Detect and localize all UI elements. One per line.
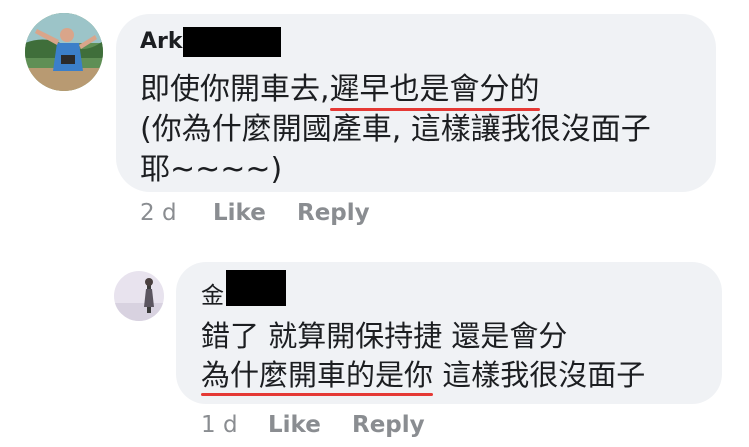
comment-text-line: 即使你開車去,遲早也是會分的	[140, 64, 540, 108]
comment-text-line: 耶~~~~)	[140, 152, 283, 187]
comment-meta: 2 d Like Reply	[140, 200, 370, 226]
comment-time: 2 d	[140, 200, 177, 226]
reply-button[interactable]: Reply	[297, 200, 370, 226]
comment-text-line: 為什麼開車的是你 這樣我很沒面子	[201, 352, 645, 394]
like-button[interactable]: Like	[213, 200, 266, 226]
underlined-text: 遲早也是會分的	[329, 72, 540, 107]
comment-text: 這樣我很沒面子	[433, 358, 646, 392]
comment-time: 1 d	[201, 412, 238, 438]
avatar[interactable]	[25, 13, 103, 91]
comment-text-line: (你為什麼開國產車, 這樣讓我很沒面子	[140, 112, 651, 147]
redacted-name	[183, 27, 281, 57]
like-button[interactable]: Like	[268, 412, 321, 438]
user-photo-icon	[25, 13, 103, 91]
comment-author[interactable]: 金	[201, 276, 224, 310]
comment-text-line: 錯了 就算開保持捷 還是會分	[201, 319, 568, 353]
underlined-text: 為什麼開車的是你	[201, 358, 434, 392]
redacted-name	[226, 270, 286, 306]
comment-author[interactable]: Ark	[140, 29, 183, 54]
user-photo-icon	[114, 271, 164, 321]
reply-button[interactable]: Reply	[352, 412, 425, 438]
avatar[interactable]	[114, 271, 164, 321]
comment-text: 即使你開車去,	[140, 72, 330, 107]
comment-meta: 1 d Like Reply	[201, 412, 425, 438]
